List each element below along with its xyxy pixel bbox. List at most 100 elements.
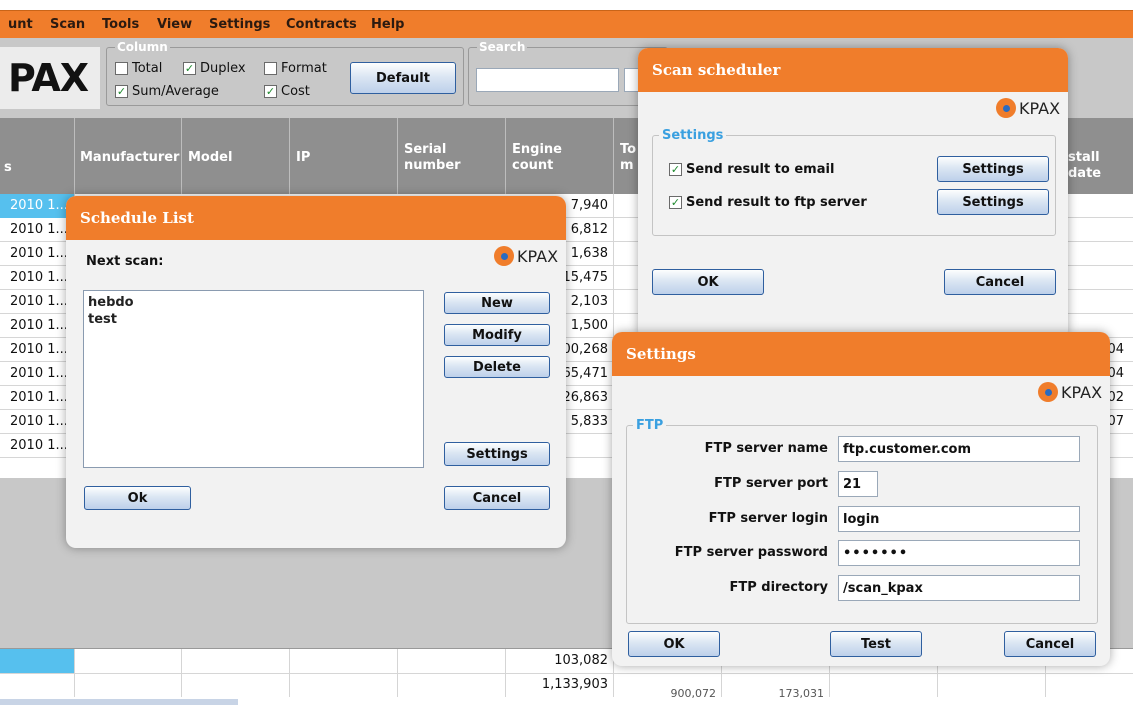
column-group-legend: Column [117, 40, 168, 54]
row-date: 2010 1... [10, 294, 68, 309]
row-date: 2010 1... [10, 270, 68, 285]
ok-button[interactable]: OK [652, 269, 764, 295]
row-date: 2010 1... [10, 198, 68, 213]
ftp-server-login-label: FTP server login [708, 511, 828, 526]
email-settings-button[interactable]: Settings [937, 156, 1049, 182]
kpax-logo: KPAX [1038, 382, 1102, 402]
default-button[interactable]: Default [350, 62, 456, 94]
checkbox-unchecked-icon [115, 62, 128, 75]
ftp-group-legend: FTP [636, 418, 664, 433]
partial-total-a: 900,072 [670, 687, 717, 700]
column-header-ip[interactable]: IP [296, 150, 310, 166]
schedule-listbox[interactable]: hebdo test [83, 290, 424, 468]
ftp-server-password-label: FTP server password [674, 545, 828, 560]
test-button[interactable]: Test [830, 631, 922, 657]
cancel-button[interactable]: Cancel [444, 486, 550, 510]
ftp-settings-dialog: Settings KPAX FTP FTP server name ftp.cu… [612, 332, 1110, 666]
column-header-serial[interactable]: Serial number [404, 142, 461, 174]
ftp-server-port-input[interactable]: 21 [838, 471, 878, 497]
row-date: 2010 1... [10, 438, 68, 453]
modify-button[interactable]: Modify [444, 324, 550, 346]
scan-scheduler-title: Scan scheduler [638, 48, 1068, 92]
kpax-logo-icon [996, 98, 1016, 118]
ok-button[interactable]: Ok [84, 486, 191, 510]
send-ftp-checkbox[interactable]: ✓ Send result to ftp server [669, 195, 867, 210]
send-email-checkbox[interactable]: ✓ Send result to email [669, 162, 834, 177]
duplex-label: Duplex [200, 61, 246, 76]
cancel-button[interactable]: Cancel [944, 269, 1056, 295]
partial-total-b: 173,031 [778, 687, 825, 700]
column-header-manufacturer[interactable]: Manufacturer [80, 150, 179, 166]
kpax-logo-icon [494, 246, 514, 266]
ftp-server-name-input[interactable]: ftp.customer.com [838, 436, 1080, 462]
menu-account[interactable]: unt [8, 17, 33, 32]
menu-view[interactable]: View [157, 17, 192, 32]
total-engine-count: 103,082 [554, 653, 608, 668]
format-checkbox[interactable]: Format [264, 61, 327, 76]
ftp-directory-label: FTP directory [729, 580, 828, 595]
format-label: Format [281, 61, 327, 76]
kpax-logo: PAX [0, 47, 100, 109]
settings-button[interactable]: Settings [444, 442, 550, 466]
cost-label: Cost [281, 84, 310, 99]
list-item[interactable]: test [88, 311, 134, 328]
checkmark-icon: ✓ [669, 196, 682, 209]
schedule-list-dialog: Schedule List Next scan: KPAX hebdo test… [66, 196, 566, 548]
row-date: 2010 1... [10, 342, 68, 357]
ftp-server-login-input[interactable]: login [838, 506, 1080, 532]
scan-scheduler-dialog: Scan scheduler KPAX Settings ✓ Send resu… [638, 48, 1068, 340]
row-date: 2010 1... [10, 366, 68, 381]
ftp-directory-input[interactable]: /scan_kpax [838, 575, 1080, 601]
total-label: Total [132, 61, 163, 76]
column-header-first[interactable]: s [4, 160, 12, 176]
ftp-settings-button[interactable]: Settings [937, 189, 1049, 215]
total-engine-count-2: 1,133,903 [541, 677, 608, 692]
menu-bar: unt Scan Tools View Settings Contracts H… [0, 10, 1133, 38]
checkmark-icon: ✓ [264, 85, 277, 98]
checkmark-icon: ✓ [669, 163, 682, 176]
sum-average-label: Sum/Average [132, 84, 219, 99]
ftp-server-name-label: FTP server name [704, 441, 828, 456]
next-scan-label: Next scan: [86, 254, 164, 269]
list-item[interactable]: hebdo [88, 294, 134, 311]
ftp-server-password-input[interactable]: ••••••• [838, 540, 1080, 566]
send-email-label: Send result to email [686, 162, 835, 177]
scheduler-settings-legend: Settings [662, 128, 724, 143]
column-header-install-date[interactable]: stall date [1068, 150, 1133, 182]
row-date: 2010 1... [10, 390, 68, 405]
row-date: 2010 1... [10, 414, 68, 429]
ftp-server-port-label: FTP server port [714, 476, 828, 491]
row-date: 2010 1... [10, 222, 68, 237]
settings-title: Settings [612, 332, 1110, 376]
new-button[interactable]: New [444, 292, 550, 314]
column-header-model[interactable]: Model [188, 150, 232, 166]
search-input[interactable] [476, 68, 619, 92]
menu-scan[interactable]: Scan [50, 17, 85, 32]
row-date: 2010 1... [10, 318, 68, 333]
schedule-list-title: Schedule List [66, 196, 566, 240]
duplex-checkbox[interactable]: ✓ Duplex [183, 61, 246, 76]
checkmark-icon: ✓ [183, 62, 196, 75]
column-header-total[interactable]: To m [620, 142, 636, 174]
menu-tools[interactable]: Tools [102, 17, 139, 32]
sum-average-checkbox[interactable]: ✓ Sum/Average [115, 84, 219, 99]
ok-button[interactable]: OK [628, 631, 720, 657]
horizontal-scrollbar[interactable] [0, 699, 238, 705]
send-ftp-label: Send result to ftp server [686, 195, 867, 210]
cancel-button[interactable]: Cancel [1004, 631, 1096, 657]
cost-checkbox[interactable]: ✓ Cost [264, 84, 310, 99]
kpax-logo: KPAX [996, 98, 1060, 118]
kpax-logo: KPAX [494, 246, 558, 266]
menu-contracts[interactable]: Contracts [286, 17, 357, 32]
search-group-legend: Search [479, 40, 526, 54]
checkmark-icon: ✓ [115, 85, 128, 98]
row-date: 2010 1... [10, 246, 68, 261]
menu-settings[interactable]: Settings [209, 17, 270, 32]
delete-button[interactable]: Delete [444, 356, 550, 378]
menu-help[interactable]: Help [371, 17, 404, 32]
kpax-logo-icon [1038, 382, 1058, 402]
total-checkbox[interactable]: Total [115, 61, 162, 76]
scheduler-settings-group: Settings [652, 128, 1056, 236]
checkbox-unchecked-icon [264, 62, 277, 75]
column-header-engine[interactable]: Engine count [512, 142, 562, 174]
